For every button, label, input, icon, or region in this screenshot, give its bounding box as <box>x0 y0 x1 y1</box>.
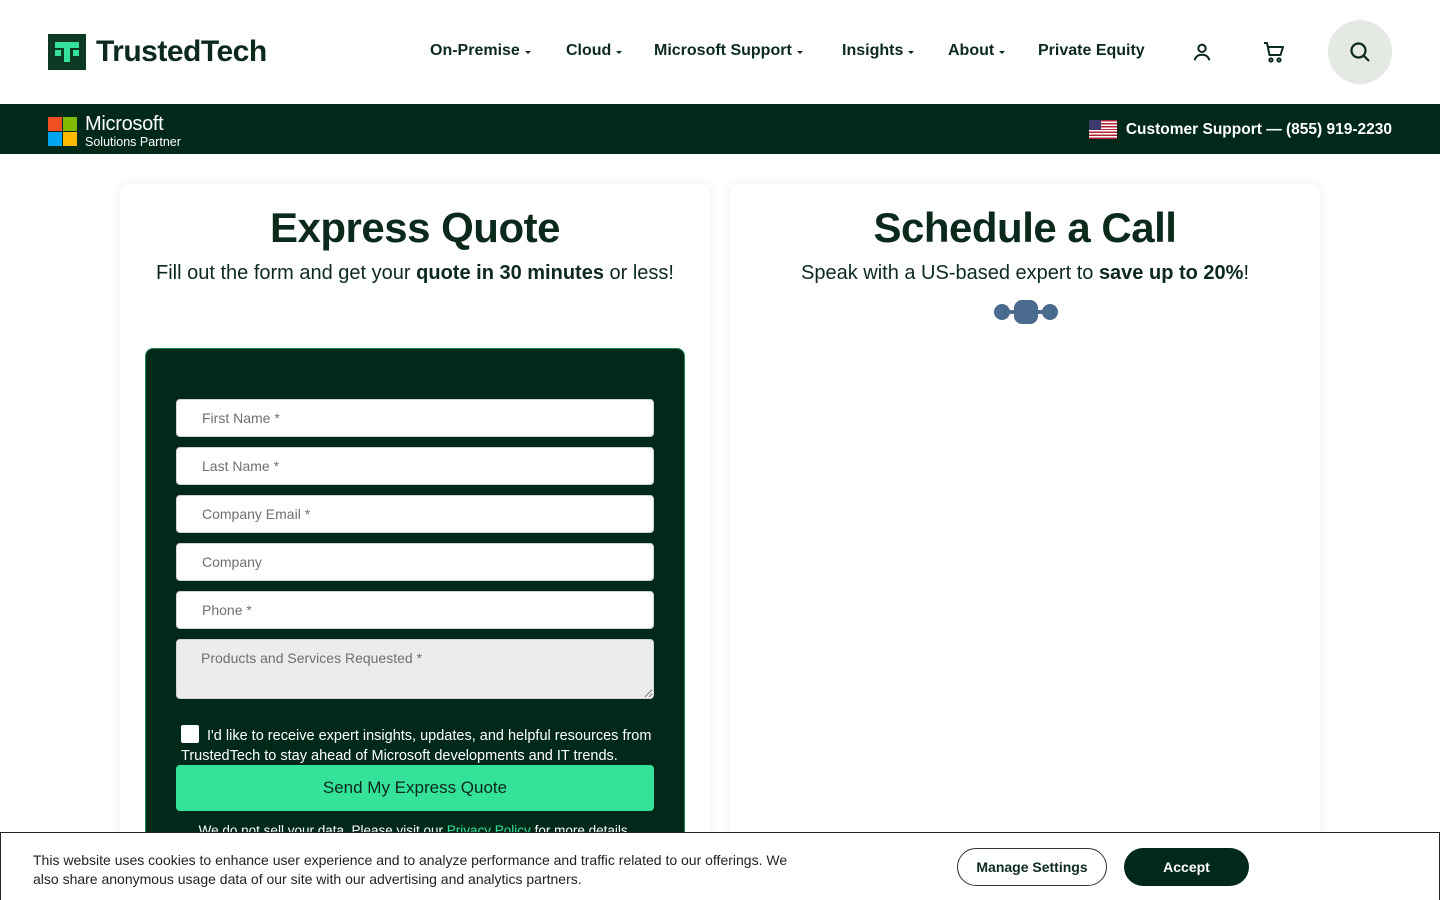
nav-item-cloud[interactable]: Cloud <box>566 42 623 60</box>
chevron-down-icon <box>796 50 803 54</box>
brand-name: TrustedTech <box>96 35 267 68</box>
nav-item-about[interactable]: About <box>948 42 1006 60</box>
us-flag-icon <box>1088 120 1117 139</box>
support-phone: Customer Support — (855) 919-2230 <box>1125 120 1392 138</box>
cookie-text: This website uses cookies to enhance use… <box>33 852 788 887</box>
company-field[interactable] <box>176 543 654 581</box>
products-services-field[interactable] <box>176 639 654 699</box>
nav-label: On-Premise <box>430 42 520 59</box>
consent-text: I'd like to receive expert insights, upd… <box>181 728 652 764</box>
nav-item-microsoft-support[interactable]: Microsoft Support <box>654 42 803 60</box>
microsoft-solutions-partner-logo: Microsoft Solutions Partner <box>48 114 181 149</box>
ms-subtitle: Solutions Partner <box>85 135 181 149</box>
cookie-banner: This website uses cookies to enhance use… <box>0 832 1440 900</box>
trustedtech-logo-icon <box>48 34 86 70</box>
nav-item-insights[interactable]: Insights <box>842 42 915 60</box>
nav-label: Private Equity <box>1038 42 1145 59</box>
customer-support[interactable]: Customer Support — (855) 919-2230 <box>1088 120 1392 139</box>
manage-settings-button[interactable]: Manage Settings <box>957 848 1107 886</box>
partner-bar: Microsoft Solutions Partner Customer Sup… <box>0 104 1440 154</box>
schedule-call-subtitle: Speak with a US-based expert to save up … <box>800 262 1250 284</box>
nav-label: Insights <box>842 42 904 59</box>
ms-title: Microsoft <box>85 113 164 135</box>
consent-checkbox[interactable] <box>181 725 199 743</box>
company-email-field[interactable] <box>176 495 654 533</box>
nav-label: Microsoft Support <box>654 42 792 59</box>
loading-spinner-icon <box>994 300 1058 324</box>
cart-icon[interactable] <box>1260 38 1288 66</box>
phone-field[interactable] <box>176 591 654 629</box>
send-quote-button[interactable]: Send My Express Quote <box>176 765 654 811</box>
microsoft-logo-icon <box>48 116 77 146</box>
nav-label: About <box>948 42 995 59</box>
accept-button[interactable]: Accept <box>1124 848 1249 886</box>
search-button[interactable] <box>1328 20 1392 84</box>
nav-label: Cloud <box>566 42 612 59</box>
nav-item-on-premise[interactable]: On-Premise <box>430 42 531 60</box>
express-quote-form: I'd like to receive expert insights, upd… <box>145 348 685 900</box>
schedule-call-card: Schedule a Call Speak with a US-based ex… <box>730 184 1320 900</box>
chevron-down-icon <box>908 50 915 54</box>
chevron-down-icon <box>616 50 623 54</box>
consent-row: I'd like to receive expert insights, upd… <box>181 725 661 766</box>
account-icon[interactable] <box>1188 38 1216 66</box>
chevron-down-icon <box>999 50 1006 54</box>
first-name-field[interactable] <box>176 399 654 437</box>
trustedtech-logo[interactable]: TrustedTech <box>48 34 267 70</box>
search-icon <box>1350 42 1370 62</box>
chevron-down-icon <box>524 50 531 54</box>
site-header: TrustedTech On-Premise Cloud Microsoft S… <box>0 0 1440 104</box>
express-quote-subtitle: Fill out the form and get your quote in … <box>156 262 674 284</box>
last-name-field[interactable] <box>176 447 654 485</box>
schedule-call-title: Schedule a Call <box>873 204 1177 251</box>
nav-item-private-equity[interactable]: Private Equity <box>1038 42 1145 60</box>
express-quote-title: Express Quote <box>270 204 560 251</box>
express-quote-card: Express Quote Fill out the form and get … <box>120 184 710 900</box>
